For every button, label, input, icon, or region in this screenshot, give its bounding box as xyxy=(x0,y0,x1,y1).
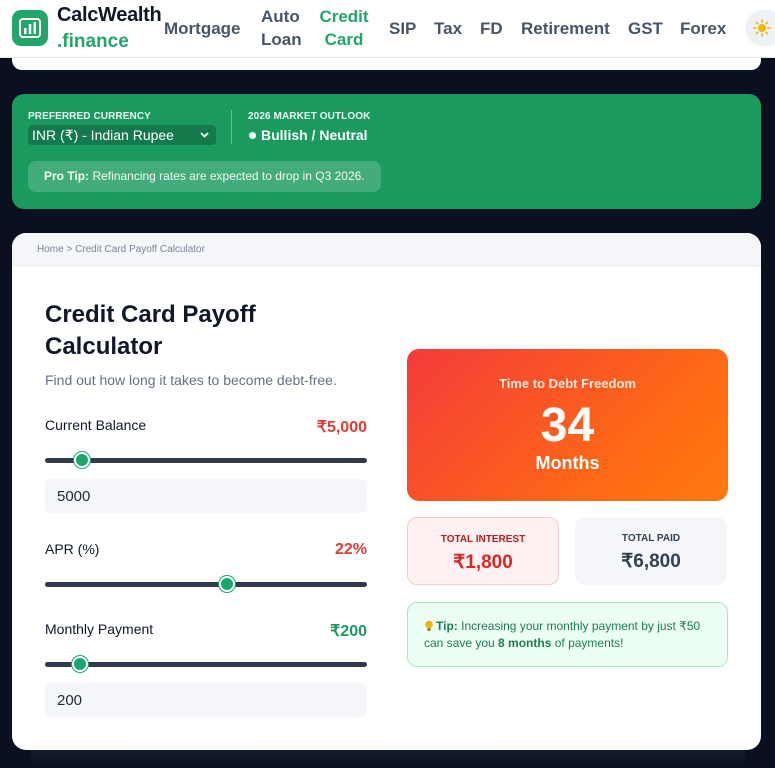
nav-retirement[interactable]: Retirement xyxy=(521,17,610,40)
balance-display: ₹5,000 xyxy=(316,419,367,436)
apr-label: APR (%) xyxy=(45,541,100,557)
nav-forex[interactable]: Forex xyxy=(680,17,726,40)
balance-slider[interactable] xyxy=(45,452,367,468)
total-interest-card: Total Interest ₹1,800 xyxy=(407,517,559,585)
payment-display: ₹200 xyxy=(330,623,367,640)
debt-freedom-value: 34 xyxy=(540,399,595,452)
pro-tip: Pro Tip: Refinancing rates are expected … xyxy=(28,161,381,192)
collapsed-panel xyxy=(12,58,761,70)
apr-slider-thumb[interactable] xyxy=(218,576,235,592)
brand-name[interactable]: CalcWealth xyxy=(57,4,162,27)
nav-tax[interactable]: Tax xyxy=(434,17,462,40)
banner-divider xyxy=(231,110,232,144)
debt-freedom-card: Time to Debt Freedom 34 Months xyxy=(407,349,728,501)
total-paid-card: Total Paid ₹6,800 xyxy=(575,517,727,585)
page-title: Credit Card Payoff Calculator xyxy=(45,301,256,360)
status-dot-icon xyxy=(249,132,256,139)
payment-label: Monthly Payment xyxy=(45,621,154,637)
payment-input[interactable] xyxy=(45,683,367,717)
debt-freedom-unit: Months xyxy=(535,453,600,473)
chevron-down-icon xyxy=(200,132,209,138)
savings-tip-months: 8 months xyxy=(498,636,552,650)
apr-slider[interactable] xyxy=(45,576,367,592)
theme-toggle-button[interactable] xyxy=(745,10,775,46)
total-paid-value: ₹6,800 xyxy=(621,551,681,572)
savings-tip: Tip: Increasing your monthly payment by … xyxy=(407,602,728,667)
balance-label: Current Balance xyxy=(45,417,147,433)
balance-slider-thumb[interactable] xyxy=(74,452,91,468)
nav-credit-card[interactable]: Credit Card xyxy=(318,5,370,51)
pro-tip-label: Pro Tip: xyxy=(44,169,90,183)
savings-tip-label: Tip: xyxy=(436,619,458,633)
payment-slider-thumb[interactable] xyxy=(72,656,89,672)
sun-icon xyxy=(753,19,771,37)
calculator-card: Home > Credit Card Payoff Calculator Cre… xyxy=(12,233,761,750)
top-header: CalcWealth .finance Mortgage Auto Loan C… xyxy=(0,0,775,58)
total-interest-label: Total Interest xyxy=(440,534,526,545)
apr-display: 22% xyxy=(334,541,367,558)
card-shadow xyxy=(30,750,745,768)
page-subtitle: Find out how long it takes to become deb… xyxy=(45,372,337,388)
pro-tip-text: Refinancing rates are expected to drop i… xyxy=(89,169,365,183)
logo-chart-icon[interactable] xyxy=(12,10,48,46)
currency-value: INR (₹) - Indian Rupee xyxy=(32,127,174,143)
outlook-value: Bullish / Neutral xyxy=(249,127,368,143)
lightbulb-icon xyxy=(425,620,433,631)
outlook-text: Bullish / Neutral xyxy=(261,127,368,143)
currency-label: Preferred Currency xyxy=(28,111,151,122)
debt-freedom-label: Time to Debt Freedom xyxy=(498,376,636,391)
breadcrumb[interactable]: Home > Credit Card Payoff Calculator xyxy=(12,233,761,266)
total-paid-label: Total Paid xyxy=(621,533,681,544)
market-banner: Preferred Currency INR (₹) - Indian Rupe… xyxy=(12,94,761,209)
savings-tip-text-end: of payments! xyxy=(551,636,624,650)
nav-sip[interactable]: SIP xyxy=(389,17,416,40)
payment-slider[interactable] xyxy=(45,656,367,672)
currency-select[interactable]: INR (₹) - Indian Rupee xyxy=(28,125,216,145)
nav-auto-loan[interactable]: Auto Loan xyxy=(261,5,302,51)
nav-fd[interactable]: FD xyxy=(480,17,503,40)
nav-gst[interactable]: GST xyxy=(628,17,663,40)
nav-mortgage[interactable]: Mortgage xyxy=(164,17,241,40)
brand-domain[interactable]: .finance xyxy=(57,31,129,53)
outlook-label: 2026 Market Outlook xyxy=(248,111,371,122)
total-interest-value: ₹1,800 xyxy=(453,552,513,573)
balance-input[interactable] xyxy=(45,479,367,513)
